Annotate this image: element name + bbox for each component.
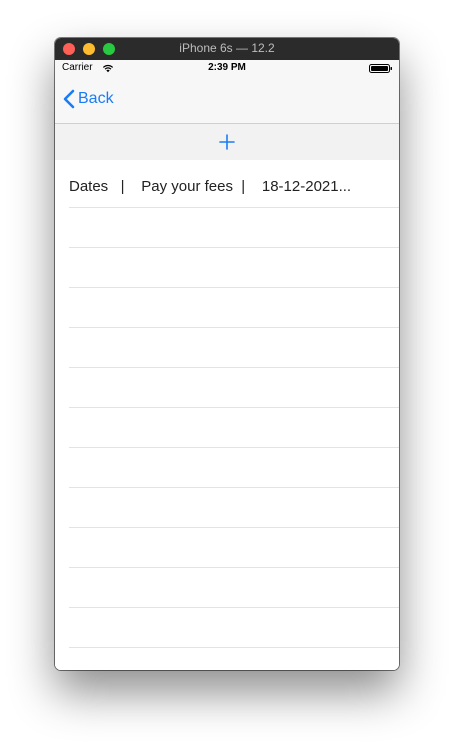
back-label: Back [78, 90, 114, 107]
navigation-bar: Back [55, 77, 399, 124]
status-time: 2:39 PM [208, 62, 246, 73]
add-button[interactable] [216, 131, 238, 153]
table-row[interactable] [69, 328, 399, 368]
table-row[interactable]: Dates | Pay your fees | 18-12-2021... [69, 168, 399, 208]
add-bar [55, 124, 399, 160]
plus-icon [219, 134, 235, 150]
row-text: Dates | Pay your fees | 18-12-2021... [69, 178, 352, 195]
window-titlebar[interactable]: iPhone 6s — 12.2 [55, 38, 399, 61]
status-bar: Carrier 2:39 PM [55, 60, 399, 77]
simulator-window: iPhone 6s — 12.2 Carrier 2:39 PM Back Da… [55, 38, 399, 670]
table-row[interactable] [69, 488, 399, 528]
table-row[interactable] [69, 568, 399, 608]
table-row[interactable] [69, 528, 399, 568]
battery-icon [369, 64, 392, 73]
table-row[interactable] [69, 448, 399, 488]
chevron-left-icon [63, 89, 75, 109]
table-row[interactable] [69, 608, 399, 648]
table-row[interactable] [69, 208, 399, 248]
window-title: iPhone 6s — 12.2 [179, 41, 275, 55]
back-button[interactable]: Back [63, 88, 114, 110]
table-view[interactable]: Dates | Pay your fees | 18-12-2021... [55, 160, 399, 670]
page: iPhone 6s — 12.2 Carrier 2:39 PM Back Da… [0, 0, 454, 743]
table-row[interactable] [69, 408, 399, 448]
table-row[interactable] [69, 288, 399, 328]
table-row[interactable] [69, 368, 399, 408]
table-row[interactable] [69, 248, 399, 288]
